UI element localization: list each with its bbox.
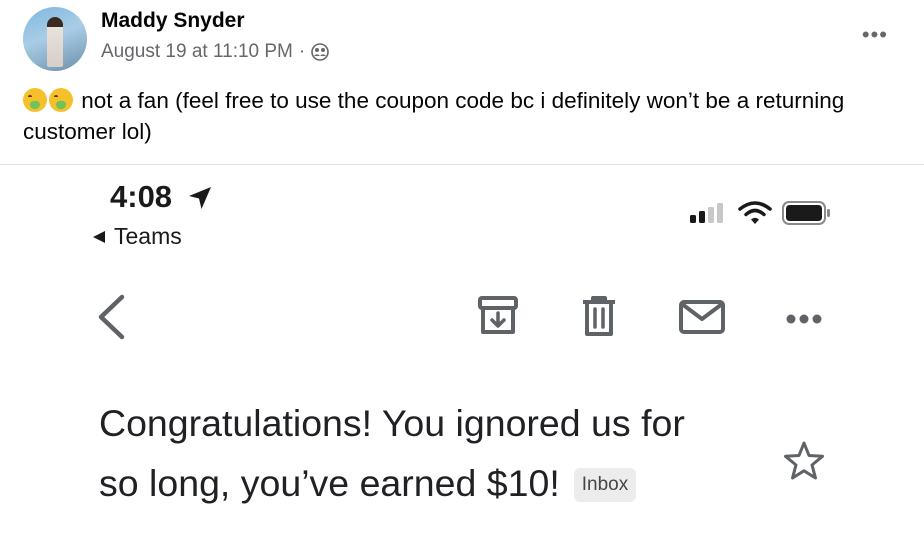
nauseated-face-emoji [23, 88, 47, 112]
back-app-label: Teams [114, 223, 182, 249]
post-timestamp[interactable]: August 19 at 11:10 PM [101, 41, 293, 63]
post-meta: August 19 at 11:10 PM · [101, 41, 330, 63]
trash-icon[interactable] [581, 295, 617, 337]
back-to-app[interactable]: Teams [92, 223, 182, 250]
battery-icon [782, 201, 830, 225]
signal-icon [690, 203, 723, 223]
post-text: not a fan (feel free to use the coupon c… [23, 85, 913, 147]
subject-line-1: Congratulations! You ignored us for [99, 402, 685, 444]
status-icons [690, 201, 832, 225]
post-header: Maddy Snyder August 19 at 11:10 PM · ••• [0, 0, 924, 80]
nauseated-face-emoji [49, 88, 73, 112]
wifi-icon [738, 201, 772, 224]
avatar[interactable] [23, 7, 87, 71]
mail-icon[interactable] [679, 300, 725, 334]
shared-screenshot[interactable]: 4:08 Teams Congratulations! You ignored … [0, 165, 924, 542]
meta-separator: · [298, 41, 306, 62]
friends-icon[interactable] [311, 43, 330, 61]
subject-line-2: so long, you’ve earned $10! [99, 462, 560, 504]
location-arrow-icon [189, 187, 211, 209]
email-subject: Congratulations! You ignored us for so l… [99, 393, 779, 513]
subject-line-2-row: so long, you’ve earned $10! Inbox [99, 453, 779, 513]
inbox-label[interactable]: Inbox [573, 468, 637, 502]
author-name[interactable]: Maddy Snyder [101, 9, 245, 33]
star-outline-icon[interactable] [783, 440, 825, 480]
back-chevron-icon[interactable] [96, 294, 126, 340]
back-triangle-icon [93, 230, 105, 243]
archive-icon[interactable] [477, 295, 519, 337]
avatar-figure [47, 17, 63, 67]
more-horizontal-icon[interactable] [786, 313, 822, 325]
post-body: not a fan (feel free to use the coupon c… [23, 88, 845, 144]
more-options-icon[interactable]: ••• [862, 22, 888, 48]
status-time: 4:08 [110, 179, 173, 214]
